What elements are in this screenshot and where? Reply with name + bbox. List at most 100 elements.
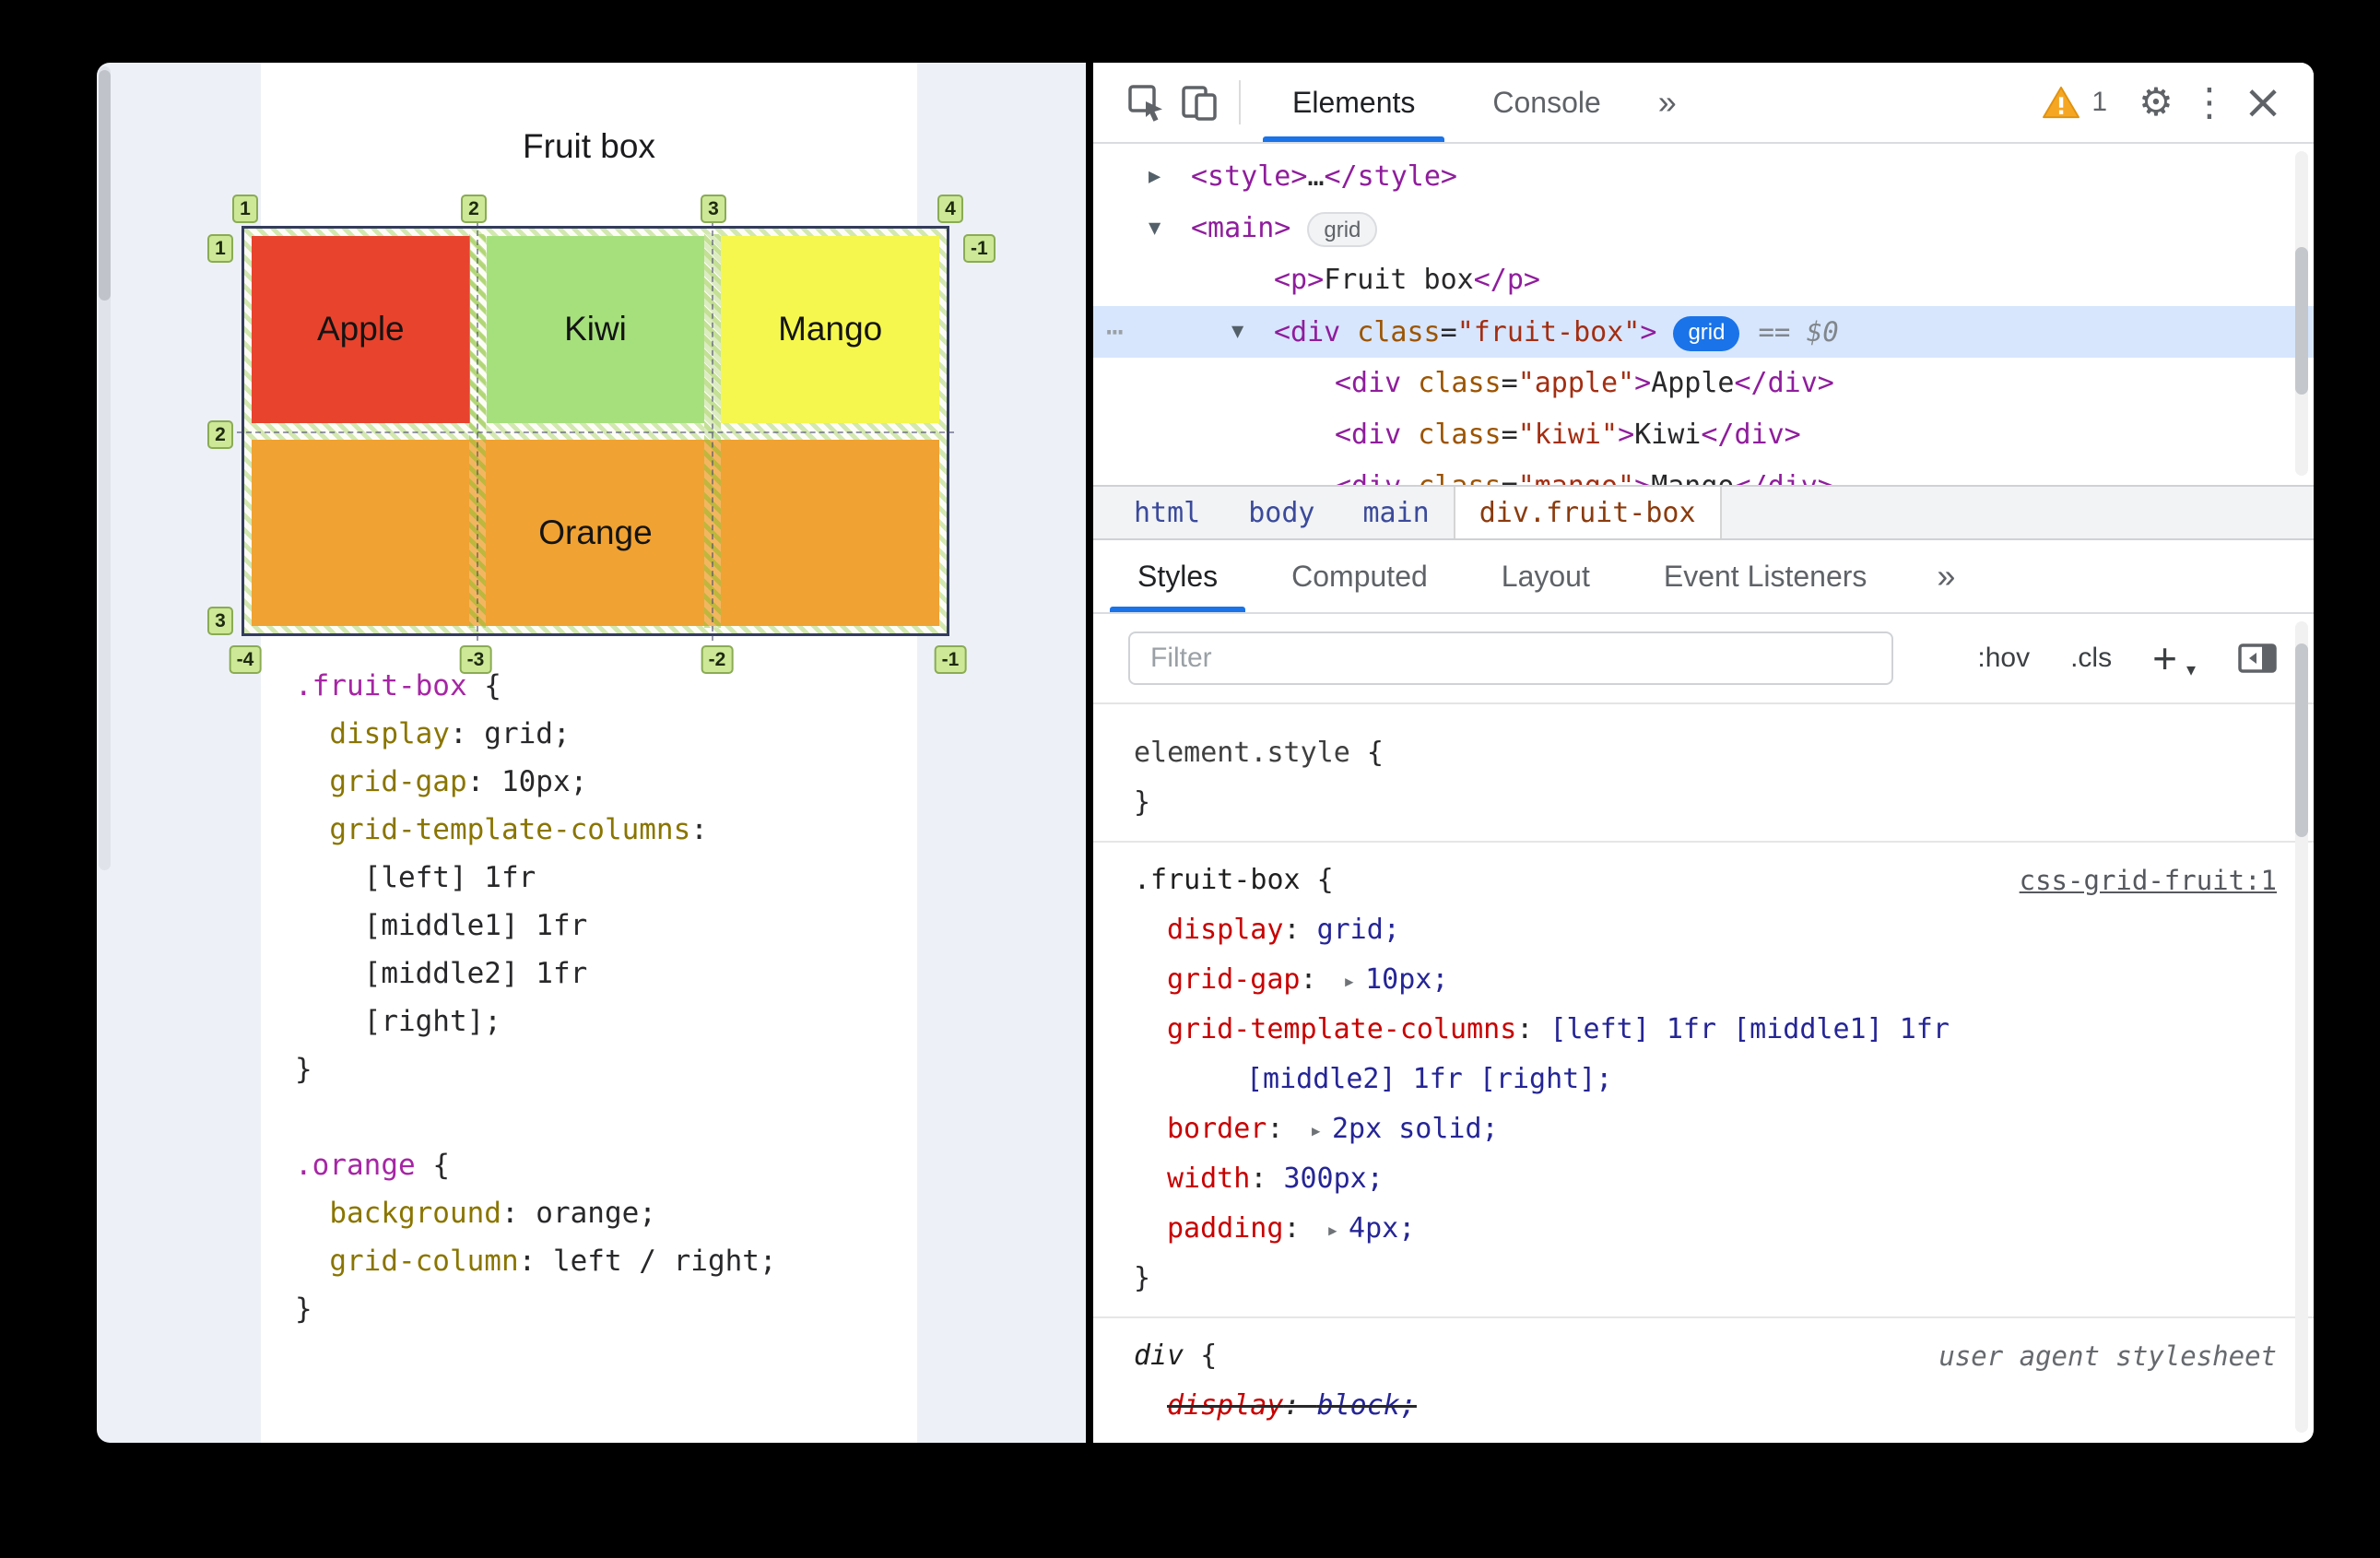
menu-button[interactable]: ⋮ <box>2183 76 2236 129</box>
rule-separator <box>1093 841 2314 843</box>
device-toolbar-button[interactable] <box>1172 76 1226 129</box>
grid-badge[interactable]: grid <box>1307 211 1378 247</box>
code-token: { <box>1349 737 1384 769</box>
styles-pane: element.style {} .fruit-box {css-grid-fru… <box>1093 704 2314 1443</box>
tab-console[interactable]: Console <box>1454 63 1639 142</box>
dom-tree-row[interactable]: ▼ <main> grid <box>1093 203 2314 254</box>
property-value: 300px; <box>1283 1163 1384 1195</box>
style-rule-selector: element.style { <box>1093 728 2314 778</box>
overflow-menu-icon[interactable]: ⋯ <box>1106 306 1124 358</box>
fruit-grid: Apple Kiwi Mango Orange 1 2 3 4 -4 -3 -2 -1 1 2 3 -1 <box>207 195 996 674</box>
breadcrumb-main[interactable]: main <box>1339 487 1454 538</box>
code-token: Fruit box <box>1324 264 1474 296</box>
breadcrumb-body[interactable]: body <box>1224 487 1338 538</box>
tab-styles[interactable]: Styles <box>1101 540 1255 612</box>
settings-button[interactable]: ⚙ <box>2129 76 2183 129</box>
tab-layout[interactable]: Layout <box>1465 540 1627 612</box>
css-code-line: grid-gap: 10px; <box>295 758 777 806</box>
code-token: [middle1] 1fr <box>295 909 588 942</box>
dom-tree: ▶ <style>…</style> ▼ <main> grid <p>Fruit box… <box>1093 144 2314 485</box>
breadcrumb-div-fruit-box[interactable]: div.fruit-box <box>1453 487 1722 538</box>
code-token: : left / right; <box>518 1245 777 1278</box>
dom-scrollbar-thumb[interactable] <box>2295 247 2308 395</box>
code-token: class <box>1401 470 1501 485</box>
breadcrumb-html[interactable]: html <box>1110 487 1224 538</box>
tab-event-listeners[interactable]: Event Listeners <box>1627 540 1904 612</box>
expand-value-icon[interactable]: ▸ <box>1343 968 1356 994</box>
dom-scrollbar[interactable] <box>2295 151 2308 476</box>
style-property-row[interactable]: grid-template-columns: [left] 1fr [middl… <box>1093 1005 2314 1055</box>
element-classes-button[interactable]: .cls <box>2070 643 2112 674</box>
code-token: [right]; <box>295 1005 501 1038</box>
page-scrollbar-thumb[interactable] <box>99 70 111 301</box>
style-rule-selector: .fruit-box {css-grid-fruit:1 <box>1093 856 2314 905</box>
styles-scrollbar-thumb[interactable] <box>2295 643 2308 837</box>
rule-separator <box>1093 1316 2314 1318</box>
code-token: <main> <box>1191 212 1291 244</box>
stylesheet-source-link[interactable]: css-grid-fruit:1 <box>2020 856 2277 905</box>
code-token: : <box>1516 1013 1550 1045</box>
styles-scrollbar[interactable] <box>2295 621 2308 1433</box>
issue-count: 1 <box>2091 87 2107 117</box>
expand-arrow-icon[interactable]: ▶ <box>1149 151 1161 203</box>
dollar-zero-marker: == $0 <box>1758 316 1839 348</box>
tab-elements[interactable]: Elements <box>1254 63 1454 142</box>
dom-tree-row[interactable]: <div class="kiwi">Kiwi</div> <box>1093 409 2314 461</box>
property-value: [middle2] 1fr [right]; <box>1246 1063 1613 1095</box>
inspect-icon <box>1128 85 1162 122</box>
page-title: Fruit box <box>523 127 655 165</box>
style-property-row[interactable]: width: 300px; <box>1093 1154 2314 1204</box>
expand-arrow-icon[interactable]: ▼ <box>1231 306 1243 358</box>
property-name: display <box>1167 914 1284 946</box>
code-token: : <box>1250 1163 1284 1195</box>
property-value: grid; <box>1316 914 1400 946</box>
code-token: > <box>1634 470 1651 485</box>
style-property-row[interactable]: display: grid; <box>1093 905 2314 955</box>
devtools-tabs: Elements Console <box>1254 63 1640 142</box>
style-property-row[interactable]: display: block; <box>1093 1381 2314 1431</box>
code-token: class <box>1340 316 1441 348</box>
tab-computed[interactable]: Computed <box>1255 540 1465 612</box>
code-token: </style> <box>1324 160 1458 193</box>
code-token: : <box>1283 914 1317 946</box>
styles-filter-input[interactable] <box>1128 631 1893 685</box>
style-property-row[interactable]: padding: ▸ 4px; <box>1093 1204 2314 1254</box>
code-token: </div> <box>1734 367 1834 399</box>
property-value: 4px; <box>1349 1212 1416 1245</box>
toggle-element-state-button[interactable]: :hov <box>1977 643 2030 674</box>
more-sidebar-tabs-button[interactable]: » <box>1937 540 1955 612</box>
expand-value-icon[interactable]: ▸ <box>1310 1117 1323 1143</box>
dom-tree-row[interactable]: <div class="apple">Apple</div> <box>1093 358 2314 409</box>
dom-tree-row[interactable]: ⋯ ▼ <div class="fruit-box"> grid == $0 <box>1093 306 2314 358</box>
grid-line-number: 1 <box>232 195 258 223</box>
close-devtools-button[interactable]: × <box>2236 76 2290 129</box>
new-style-rule-button[interactable]: + <box>2152 637 2177 679</box>
style-rule-selector: div {user agent stylesheet <box>1093 1331 2314 1381</box>
grid-line-number: -2 <box>701 645 734 674</box>
code-token: class <box>1401 419 1502 451</box>
dom-tree-row[interactable]: <p>Fruit box</p> <box>1093 254 2314 306</box>
dom-tree-row[interactable]: ▶ <style>…</style> <box>1093 151 2314 203</box>
issues-button[interactable]: 1 <box>2042 85 2107 120</box>
more-tabs-button[interactable]: » <box>1658 83 1677 122</box>
expand-arrow-icon[interactable]: ▼ <box>1149 203 1161 254</box>
property-name: grid-template-columns <box>1167 1013 1517 1045</box>
dom-tree-row[interactable]: <div class="mango">Mango</div> <box>1093 461 2314 485</box>
toggle-sidebar-icon[interactable] <box>2236 639 2279 678</box>
page-scrollbar[interactable] <box>99 66 111 870</box>
code-token: { <box>466 669 501 702</box>
property-value: 10px; <box>1365 963 1449 996</box>
code-token: } <box>295 1053 312 1086</box>
code-token: { <box>1184 1340 1218 1372</box>
expand-value-icon[interactable]: ▸ <box>1326 1217 1339 1243</box>
grid-badge[interactable]: grid <box>1673 315 1740 351</box>
style-property-row[interactable]: border: ▸ 2px solid; <box>1093 1104 2314 1154</box>
code-token: "fruit-box" <box>1456 316 1641 348</box>
sidebar-tabs-list: Styles Computed Layout Event Listeners <box>1101 540 1903 612</box>
inspect-element-button[interactable] <box>1119 76 1172 129</box>
code-token: .fruit-box <box>295 669 467 702</box>
css-code-line: } <box>295 1285 777 1333</box>
new-style-rule-caret-icon[interactable]: ▾ <box>2186 658 2196 681</box>
style-property-row[interactable]: grid-gap: ▸ 10px; <box>1093 955 2314 1005</box>
stylesheet-source-label: user agent stylesheet <box>1938 1340 2277 1372</box>
